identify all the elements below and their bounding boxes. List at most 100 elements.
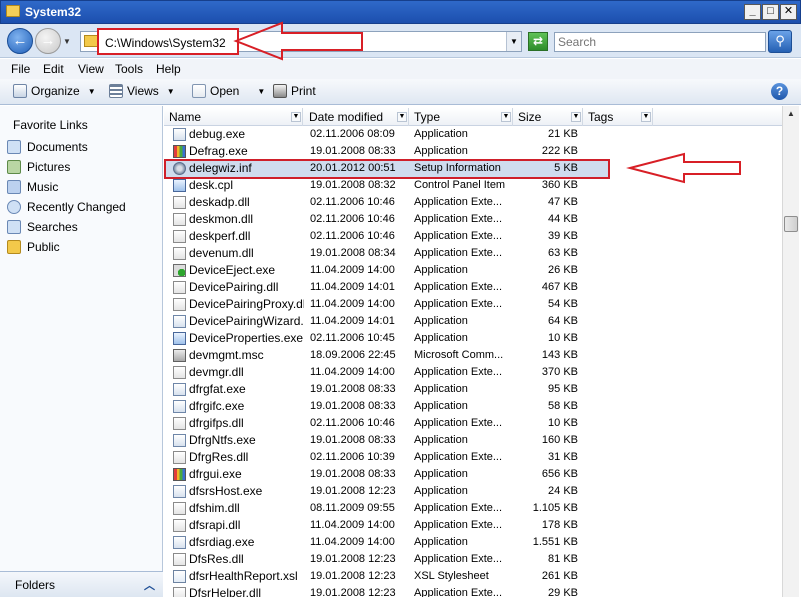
file-row[interactable]: DevicePairingProxy.dll 11.04.2009 14:00 Ap… — [164, 296, 784, 313]
file-row[interactable]: DevicePairingWizard... 11.04.2009 14:01 Ap… — [164, 313, 784, 330]
nav-item-searches[interactable]: Searches — [7, 220, 78, 234]
address-path[interactable]: C:\Windows\System32 — [105, 36, 226, 50]
refresh-button[interactable]: ⇄ — [528, 32, 548, 51]
file-row[interactable]: dfsrapi.dll 11.04.2009 14:00 Application E… — [164, 517, 784, 534]
column-date-modified[interactable]: Date modified ▼ — [304, 108, 409, 126]
menu-file[interactable]: File — [11, 62, 30, 76]
file-row[interactable]: DfsRes.dll 19.01.2008 12:23 Application Ex… — [164, 551, 784, 568]
file-row[interactable]: DeviceProperties.exe 02.11.2006 10:45 Appl… — [164, 330, 784, 347]
chevron-down-icon[interactable]: ▼ — [571, 112, 581, 122]
nav-item-pictures[interactable]: Pictures — [7, 160, 70, 174]
file-row[interactable]: dfsrdiag.exe 11.04.2009 14:00 Application 1… — [164, 534, 784, 551]
views-button[interactable]: Views ▼ — [109, 84, 175, 98]
column-name[interactable]: Name ▼ — [164, 108, 303, 126]
file-row[interactable]: dfrgfat.exe 19.01.2008 08:33 Application 95… — [164, 381, 784, 398]
file-date: 08.11.2009 09:55 — [310, 502, 395, 514]
search-input[interactable] — [555, 33, 765, 51]
menu-edit[interactable]: Edit — [43, 62, 64, 76]
file-row[interactable]: DfrgRes.dll 02.11.2006 10:39 Application E… — [164, 449, 784, 466]
file-size: 467 KB — [541, 281, 578, 293]
organize-button[interactable]: Organize ▼ — [13, 84, 96, 98]
file-type: Application — [414, 468, 468, 480]
pictures-icon — [7, 160, 21, 174]
file-date: 20.01.2012 00:51 — [310, 162, 396, 174]
file-type: Application Exte... — [414, 519, 503, 531]
file-date: 02.11.2006 10:45 — [310, 332, 395, 344]
file-row[interactable]: Defrag.exe 19.01.2008 08:33 Application 222… — [164, 143, 784, 160]
file-row[interactable]: dfrgui.exe 19.01.2008 08:33 Application 656… — [164, 466, 784, 483]
file-row[interactable]: devmgr.dll 11.04.2009 14:00 Application Ex… — [164, 364, 784, 381]
chevron-down-icon: ▼ — [166, 86, 175, 96]
close-button[interactable]: ✕ — [780, 4, 797, 20]
recent-pages-dropdown[interactable]: ▼ — [63, 37, 71, 46]
exe-icon — [173, 383, 186, 396]
minimize-button[interactable]: _ — [744, 4, 761, 20]
scroll-up-button[interactable]: ▲ — [783, 106, 799, 122]
file-row[interactable]: devenum.dll 19.01.2008 08:34 Application E… — [164, 245, 784, 262]
file-date: 11.04.2009 14:01 — [310, 315, 395, 327]
file-row[interactable]: dfsrHealthReport.xsl 19.01.2008 12:23 XSL … — [164, 568, 784, 585]
nav-item-recently-changed[interactable]: Recently Changed — [7, 200, 126, 214]
file-date: 11.04.2009 14:00 — [310, 298, 395, 310]
file-type: Application — [414, 128, 468, 140]
file-name: dfshim.dll — [189, 501, 240, 515]
file-row[interactable]: desk.cpl 19.01.2008 08:32 Control Panel It… — [164, 177, 784, 194]
chevron-down-icon[interactable]: ▼ — [501, 112, 511, 122]
file-list-pane: Name ▼ Date modified ▼ Type ▼ Size ▼ Tags ▼ d… — [164, 106, 801, 597]
file-row[interactable]: dfrgifc.exe 19.01.2008 08:33 Application 58… — [164, 398, 784, 415]
column-type[interactable]: Type ▼ — [409, 108, 513, 126]
file-row[interactable]: deskmon.dll 02.11.2006 10:46 Application E… — [164, 211, 784, 228]
dll-icon — [173, 553, 186, 566]
file-type: Application Exte... — [414, 366, 503, 378]
file-row[interactable]: devmgmt.msc 18.09.2006 22:45 Microsoft Com… — [164, 347, 784, 364]
file-type: Control Panel Item — [414, 179, 506, 191]
file-row[interactable]: dfsrsHost.exe 19.01.2008 12:23 Application… — [164, 483, 784, 500]
search-button[interactable]: ⚲ — [768, 30, 792, 53]
search-box[interactable] — [554, 32, 766, 52]
open-button[interactable]: Open ▼ — [192, 84, 265, 98]
file-name: dfsrsHost.exe — [189, 484, 263, 498]
file-size: 178 KB — [541, 519, 578, 531]
back-button[interactable]: ← — [7, 28, 33, 54]
file-row[interactable]: dfrgifps.dll 02.11.2006 10:46 Application … — [164, 415, 784, 432]
menu-view[interactable]: View — [78, 62, 104, 76]
file-row[interactable]: DevicePairing.dll 11.04.2009 14:01 Applica… — [164, 279, 784, 296]
file-date: 19.01.2008 12:23 — [310, 570, 396, 582]
print-button[interactable]: Print — [273, 84, 316, 98]
menu-tools[interactable]: Tools — [115, 62, 143, 76]
forward-button[interactable]: → — [35, 28, 61, 54]
file-row[interactable]: dfshim.dll 08.11.2009 09:55 Application Ex… — [164, 500, 784, 517]
address-box[interactable]: C:\Windows\System32 ▼ — [80, 28, 522, 55]
file-size: 47 KB — [548, 196, 578, 208]
file-row[interactable]: DfrgNtfs.exe 19.01.2008 08:33 Application 1… — [164, 432, 784, 449]
file-row[interactable]: DfsrHelper.dll 19.01.2008 12:23 Applicatio… — [164, 585, 784, 597]
help-icon[interactable]: ? — [771, 83, 788, 100]
nav-item-music[interactable]: Music — [7, 180, 58, 194]
scroll-thumb[interactable] — [784, 216, 798, 232]
chevron-down-icon[interactable]: ▼ — [397, 112, 407, 122]
file-row[interactable]: DeviceEject.exe 11.04.2009 14:00 Applicati… — [164, 262, 784, 279]
file-row[interactable]: delegwiz.inf 20.01.2012 00:51 Setup Inform… — [164, 159, 784, 179]
file-size: 44 KB — [548, 213, 578, 225]
file-row[interactable]: deskperf.dll 02.11.2006 10:46 Application … — [164, 228, 784, 245]
chevron-down-icon[interactable]: ▼ — [291, 112, 301, 122]
file-size: 261 KB — [541, 570, 578, 582]
file-row[interactable]: deskadp.dll 02.11.2006 10:46 Application E… — [164, 194, 784, 211]
maximize-button[interactable]: □ — [762, 4, 779, 20]
print-label: Print — [291, 84, 316, 98]
file-row[interactable]: debug.exe 02.11.2006 08:09 Application 21 K… — [164, 126, 784, 143]
nav-item-public[interactable]: Public — [7, 240, 60, 254]
forward-arrow-icon: → — [40, 32, 56, 49]
nav-item-documents[interactable]: Documents — [7, 140, 88, 154]
file-type: Application Exte... — [414, 213, 503, 225]
dll-icon — [173, 247, 186, 260]
vertical-scrollbar[interactable]: ▲ — [782, 106, 799, 597]
address-dropdown-button[interactable]: ▼ — [506, 32, 521, 51]
folders-toggle[interactable]: Folders ︿ — [0, 571, 163, 597]
chevron-down-icon[interactable]: ▼ — [641, 112, 651, 122]
file-name: DevicePairingWizard... — [189, 314, 304, 328]
column-size[interactable]: Size ▼ — [513, 108, 583, 126]
menu-help[interactable]: Help — [156, 62, 181, 76]
file-type: Setup Information — [414, 162, 501, 174]
column-tags[interactable]: Tags ▼ — [583, 108, 653, 126]
